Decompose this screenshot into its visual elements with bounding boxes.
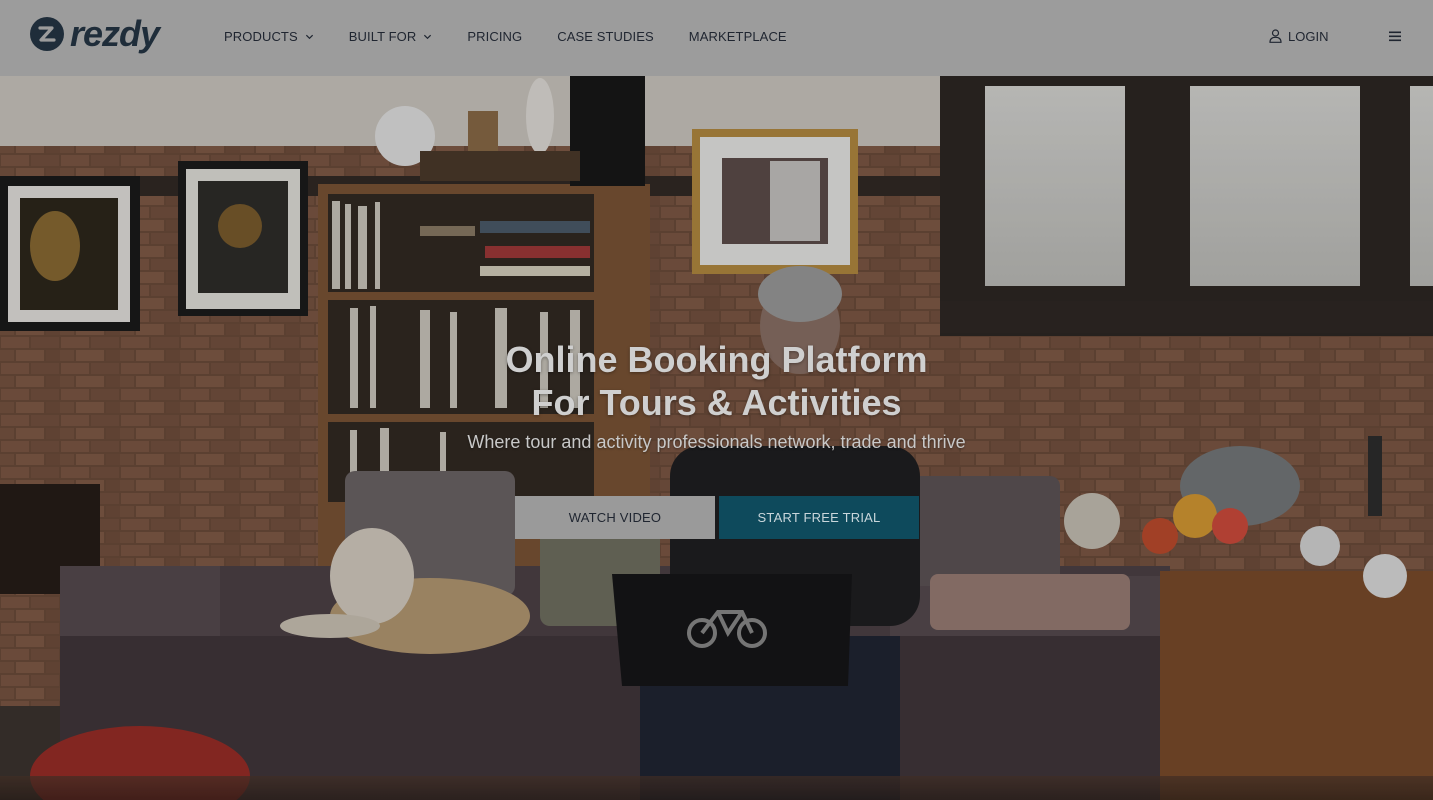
nav-item-label: CASE STUDIES <box>557 28 654 44</box>
login-label: LOGIN <box>1288 28 1329 44</box>
chevron-down-icon <box>424 34 432 39</box>
nav-item-label: PRICING <box>467 28 523 44</box>
hero-title: Online Booking Platform For Tours & Acti… <box>0 338 1433 424</box>
logo-text: rezdy <box>70 13 160 54</box>
hero-subtitle: Where tour and activity professionals ne… <box>467 432 966 452</box>
nav-item-label: PRODUCTS <box>224 28 298 44</box>
site-header: rezdy PRODUCTS BUILT FOR PRICING CASE ST… <box>0 0 1433 76</box>
hamburger-menu-icon[interactable] <box>1386 27 1404 45</box>
nav-item-marketplace[interactable]: MARKETPLACE <box>689 26 787 46</box>
nav-item-products[interactable]: PRODUCTS <box>224 26 314 46</box>
start-free-trial-button[interactable]: START FREE TRIAL <box>719 496 919 539</box>
nav-item-built-for[interactable]: BUILT FOR <box>349 26 433 46</box>
rezdy-logo-icon <box>30 17 64 51</box>
chevron-down-icon <box>305 34 313 39</box>
nav-item-label: MARKETPLACE <box>688 28 787 44</box>
nav-item-label: BUILT FOR <box>348 28 417 44</box>
nav-item-pricing[interactable]: PRICING <box>467 26 522 46</box>
nav-item-case-studies[interactable]: CASE STUDIES <box>557 26 654 46</box>
page: rezdy PRODUCTS BUILT FOR PRICING CASE ST… <box>0 0 1433 800</box>
login-link[interactable]: LOGIN <box>1269 26 1328 46</box>
watch-video-button[interactable]: WATCH VIDEO <box>515 496 715 539</box>
hero-title-line-1: Online Booking Platform <box>505 339 928 380</box>
hero-section: Online Booking Platform For Tours & Acti… <box>0 76 1433 800</box>
logo-link[interactable]: rezdy <box>30 13 160 54</box>
hero-title-line-2: For Tours & Activities <box>531 382 902 423</box>
main-nav: PRODUCTS BUILT FOR PRICING CASE STUDIES … <box>224 26 822 46</box>
user-icon <box>1269 29 1282 43</box>
